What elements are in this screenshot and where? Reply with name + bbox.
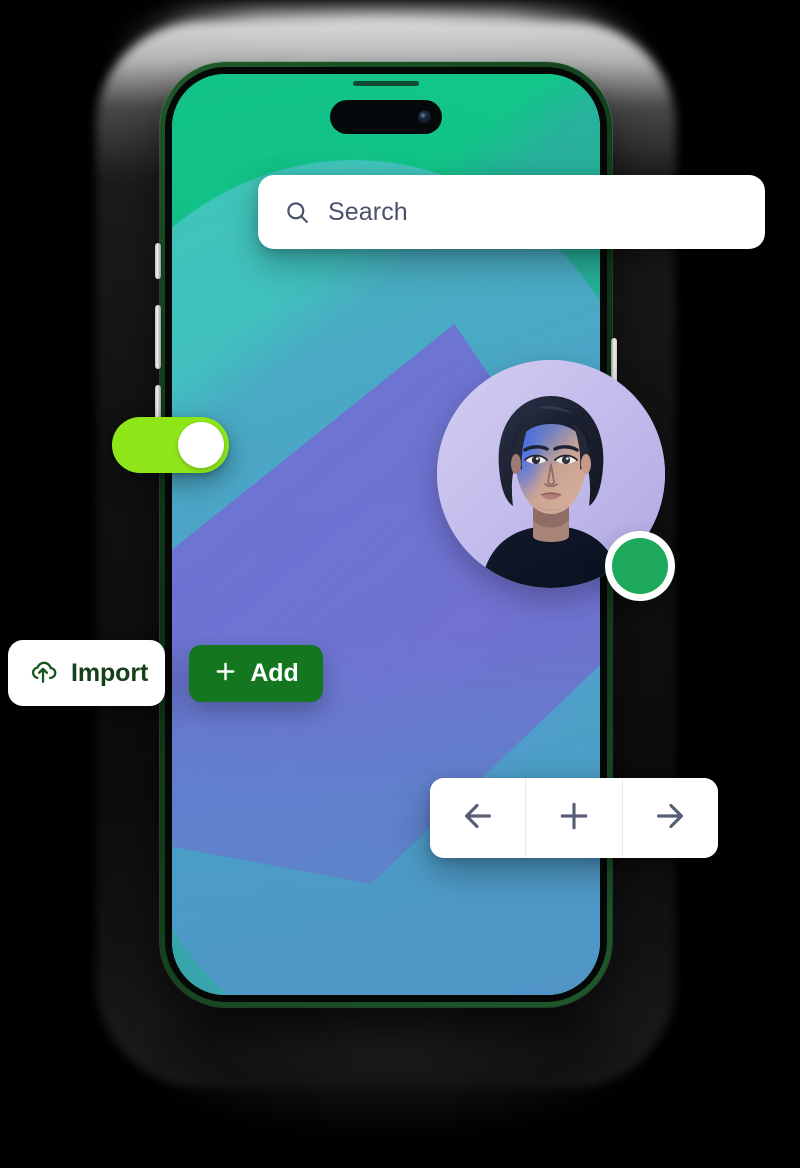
arrow-left-icon (459, 797, 497, 840)
settings-toggle[interactable]: On (112, 417, 229, 473)
toggle-knob[interactable] (178, 422, 224, 468)
arrow-right-icon (651, 797, 689, 840)
cloud-upload-icon (28, 656, 58, 691)
search-icon (284, 199, 311, 226)
navigation-button-group: Back Add Forward (430, 778, 718, 858)
dynamic-island (330, 100, 442, 134)
plus-icon (555, 797, 593, 840)
import-button-label: Import (71, 658, 149, 687)
import-button[interactable]: Import (8, 640, 165, 706)
online-status-badge[interactable]: Online (605, 531, 675, 601)
status-dot-fill (612, 538, 668, 594)
volume-up-button[interactable] (155, 305, 161, 369)
plus-icon (213, 659, 238, 689)
nav-forward-button[interactable]: Forward (621, 778, 718, 858)
add-button-label: Add (250, 659, 299, 687)
search-input[interactable]: Search (328, 199, 408, 225)
add-button[interactable]: Add (189, 645, 323, 702)
nav-back-button[interactable]: Back (430, 778, 526, 858)
earpiece-speaker-icon (353, 81, 419, 86)
nav-add-button[interactable]: Add (525, 778, 622, 858)
mute-switch[interactable] (155, 243, 161, 279)
search-bar[interactable]: Search (258, 175, 765, 249)
front-camera-icon (418, 110, 431, 124)
scene-stage: Search On (0, 0, 800, 1168)
